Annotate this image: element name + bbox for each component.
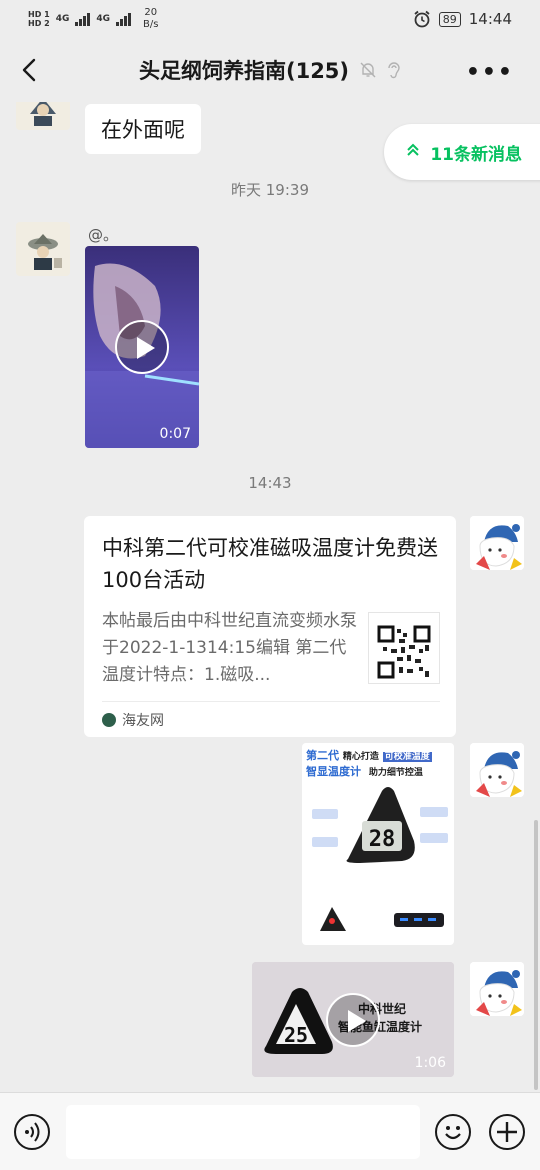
video-duration: 0:07 [159, 426, 191, 442]
speed-value: 20 [144, 7, 158, 18]
avatar[interactable] [16, 222, 70, 276]
double-chevron-up-icon [406, 143, 420, 161]
more-options-button[interactable]: ••• [466, 60, 514, 85]
play-icon[interactable] [115, 320, 169, 374]
signal-2-icon [116, 12, 131, 26]
network-2-label: 4G [96, 14, 110, 24]
alarm-icon [414, 10, 430, 28]
speed-unit: B/s [143, 19, 159, 30]
voice-input-button[interactable] [14, 1114, 50, 1150]
network-1-label: 4G [55, 14, 70, 24]
avatar[interactable] [16, 102, 70, 130]
emoji-icon [445, 1126, 461, 1140]
image-message[interactable]: 第二代 精心打造 可校准温度 智显温度计 助力细节控温 28 [302, 743, 454, 945]
link-card-source: 海友网 [122, 712, 164, 729]
video-reading: 25 [284, 1023, 308, 1047]
link-card-title: 中科第二代可校准磁吸温度计免费送100台活动 [102, 536, 438, 592]
video-duration: 1:06 [414, 1055, 446, 1071]
new-messages-label: 11条新消息 [430, 144, 522, 165]
hd1-label: HD 1 [28, 10, 50, 19]
sender-name: @。 [88, 226, 119, 244]
poster-line2-b: 助力细节控温 [368, 768, 423, 778]
clock: 14:44 [468, 10, 512, 28]
timestamp: 昨天 19:39 [231, 181, 309, 199]
status-right: 89 14:44 [413, 10, 512, 28]
poster-line1-c: 可校准温度 [382, 752, 432, 762]
earpiece-mode-icon [388, 62, 400, 79]
voice-icon [25, 1122, 40, 1142]
site-logo-icon [102, 712, 116, 727]
poster-line-2: 智显温度计 助力细节控温 [306, 763, 423, 779]
chat-title: 头足纲饲养指南(125) [138, 59, 350, 83]
video-message[interactable]: 0:07 [85, 246, 199, 448]
scrollbar[interactable] [534, 820, 538, 1090]
network-speed: 20 B/s [143, 7, 158, 31]
signal-1-icon [75, 12, 91, 26]
poster-reading: 28 [369, 827, 396, 852]
hd-indicator: HD 1 HD 2 [28, 10, 50, 28]
poster-line-1: 第二代 精心打造 可校准温度 [306, 747, 432, 763]
poster-line2-a: 智显温度计 [306, 765, 361, 778]
back-arrow-icon[interactable] [16, 56, 44, 84]
link-card-description: 本帖最后由中科世纪直流变频水泵于2022-1-1314:15编辑 第二代温度计特… [102, 611, 357, 685]
message-bubble[interactable]: 在外面呢 [85, 104, 201, 154]
status-left: HD 1 HD 2 4G 4G 20 B/s [28, 7, 158, 31]
status-bar: HD 1 HD 2 4G 4G 20 B/s 89 14:44 [0, 0, 540, 38]
emoji-button[interactable] [435, 1114, 471, 1150]
mute-bell-icon [360, 62, 376, 78]
thermometer-illustration: 28 [312, 787, 448, 931]
link-card-body: 本帖最后由中科世纪直流变频水泵于2022-1-1314:15编辑 第二代温度计特… [102, 608, 440, 689]
video-message[interactable]: 25 中科世纪 智能鱼缸温度计 1:06 [252, 962, 454, 1077]
chat-header: 头足纲饲养指南(125) ••• [0, 38, 540, 102]
input-bar [0, 1092, 540, 1170]
poster-line1-a: 第二代 [306, 749, 339, 762]
hd2-label: HD 2 [28, 19, 50, 28]
my-avatar[interactable] [470, 743, 524, 797]
new-messages-button[interactable]: 11条新消息 [384, 124, 540, 180]
play-icon[interactable] [326, 992, 380, 1047]
my-avatar[interactable] [470, 516, 524, 570]
timestamp: 14:43 [248, 474, 292, 492]
link-card-footer: 海友网 [102, 701, 440, 737]
chat-area[interactable]: 在外面呢 11条新消息 昨天 19:39 @。 0:07 14:43 中科第二代… [0, 102, 540, 1092]
plus-icon [497, 1122, 517, 1142]
message-text: 在外面呢 [101, 118, 185, 142]
my-avatar[interactable] [470, 962, 524, 1016]
poster-line1-b: 精心打造 [342, 752, 379, 762]
qr-code-thumbnail [368, 612, 440, 684]
message-input[interactable] [66, 1105, 420, 1159]
battery-indicator: 89 [438, 11, 461, 27]
add-more-button[interactable] [489, 1114, 525, 1150]
link-card[interactable]: 中科第二代可校准磁吸温度计免费送100台活动 本帖最后由中科世纪直流变频水泵于2… [84, 516, 456, 737]
